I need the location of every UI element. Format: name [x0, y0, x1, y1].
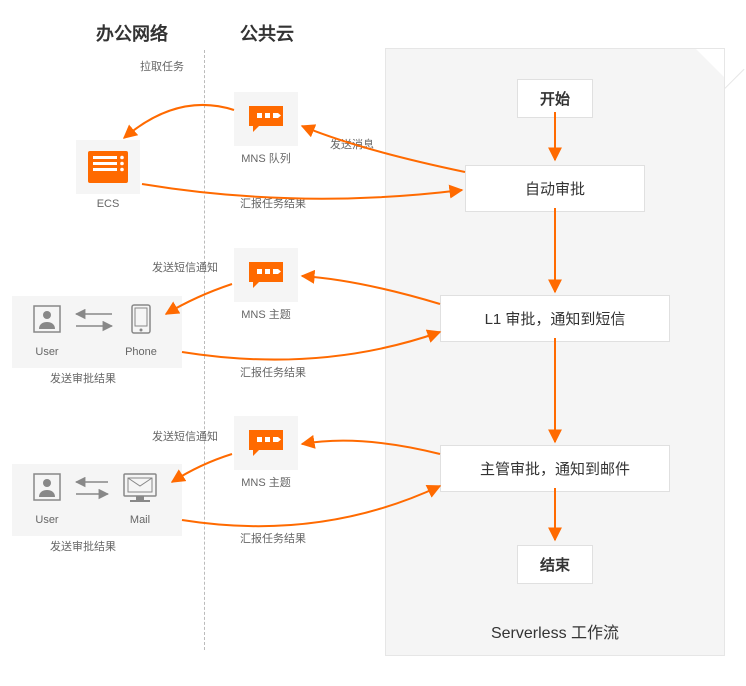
edge-label-report-1: 汇报任务结果 — [240, 195, 306, 211]
workflow-step-end: 结束 — [517, 545, 593, 584]
edge-label-report-3: 汇报任务结果 — [240, 530, 306, 546]
workflow-step-start: 开始 — [517, 79, 593, 118]
node-ecs-label: ECS — [97, 198, 120, 210]
node-ecs: ECS — [76, 140, 140, 210]
workflow-step-auto-approve: 自动审批 — [465, 165, 645, 212]
node-mns-topic-1: MNS 主题 — [234, 248, 298, 322]
edge-label-report-2: 汇报任务结果 — [240, 364, 306, 380]
node-mail: Mail — [112, 464, 168, 526]
node-user-2: User — [24, 464, 70, 526]
user-icon — [24, 464, 70, 510]
edge-label-poll-task: 拉取任务 — [140, 58, 184, 74]
node-mns-topic-2-label: MNS 主题 — [241, 474, 291, 490]
node-user-1-label: User — [35, 346, 58, 358]
edge-label-send-msg: 发送消息 — [330, 136, 374, 152]
ecs-icon — [76, 140, 140, 194]
node-mns-topic-1-label: MNS 主题 — [241, 306, 291, 322]
mail-icon — [112, 464, 168, 510]
user-icon — [24, 296, 70, 342]
workflow-step-l1: L1 审批，通知到短信 — [440, 295, 670, 342]
heading-cloud: 公共云 — [240, 20, 294, 46]
mns-topic-icon — [234, 416, 298, 470]
network-divider — [204, 50, 205, 650]
edge-label-send-sms-1: 发送短信通知 — [152, 259, 218, 275]
phone-icon — [118, 296, 164, 342]
workflow-step-mgr: 主管审批，通知到邮件 — [440, 445, 670, 492]
region-caption-2: 发送审批结果 — [50, 538, 116, 554]
node-user-2-label: User — [35, 514, 58, 526]
heading-office: 办公网络 — [96, 20, 168, 46]
node-phone: Phone — [118, 296, 164, 358]
mns-topic-icon — [234, 248, 298, 302]
node-mns-queue: MNS 队列 — [234, 92, 298, 166]
mns-queue-icon — [234, 92, 298, 146]
region-caption-1: 发送审批结果 — [50, 370, 116, 386]
node-phone-label: Phone — [125, 346, 157, 358]
node-user-1: User — [24, 296, 70, 358]
edge-label-send-sms-2: 发送短信通知 — [152, 428, 218, 444]
node-mns-queue-label: MNS 队列 — [241, 150, 291, 166]
node-mail-label: Mail — [130, 514, 150, 526]
workflow-title: Serverless 工作流 — [491, 619, 619, 643]
node-mns-topic-2: MNS 主题 — [234, 416, 298, 490]
workflow-container: 开始 自动审批 L1 审批，通知到短信 主管审批，通知到邮件 结束 Server… — [385, 48, 725, 656]
